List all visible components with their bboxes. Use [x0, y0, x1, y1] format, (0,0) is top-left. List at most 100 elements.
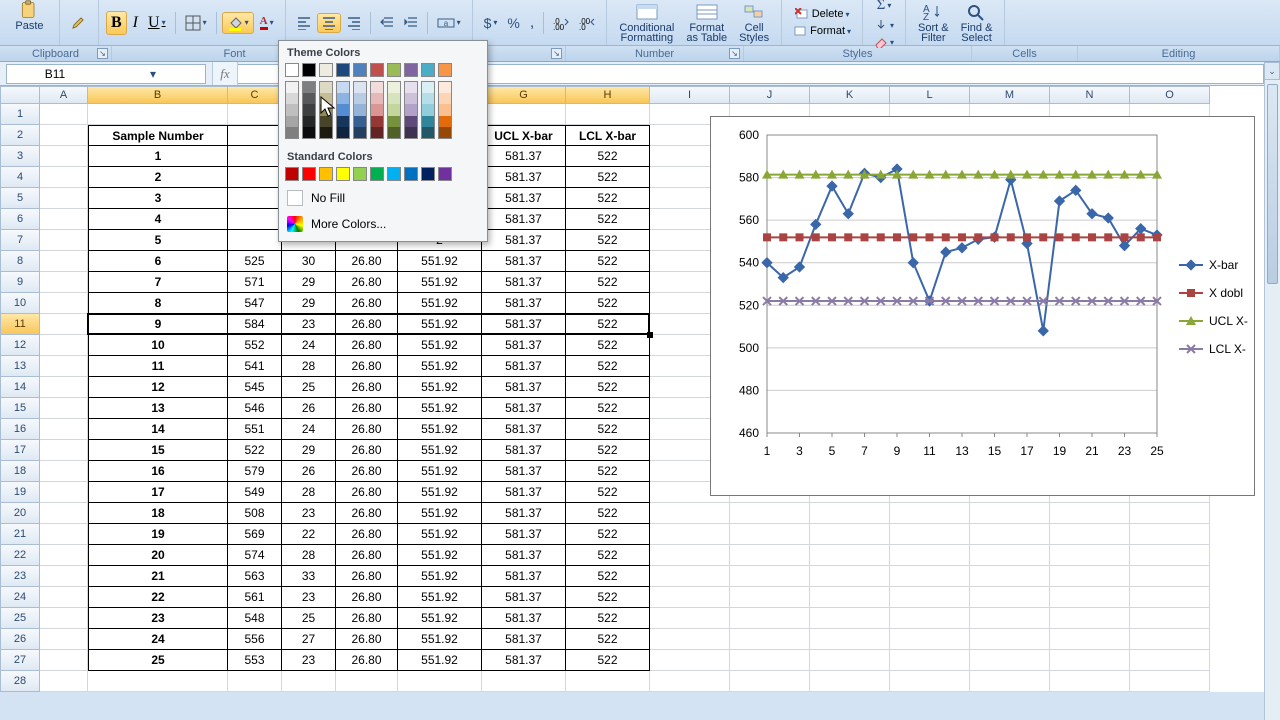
comma-button[interactable]: ,: [526, 12, 538, 34]
cell[interactable]: [40, 335, 88, 356]
cell[interactable]: 551.92: [398, 419, 482, 440]
color-swatch[interactable]: [438, 81, 452, 93]
color-swatch[interactable]: [421, 167, 435, 181]
cell[interactable]: [890, 629, 970, 650]
cell[interactable]: [970, 650, 1050, 671]
color-swatch[interactable]: [404, 116, 418, 128]
cell[interactable]: 28: [282, 482, 336, 503]
cell[interactable]: [40, 482, 88, 503]
autosum-button[interactable]: Σ▾: [873, 0, 896, 16]
cell[interactable]: 522: [566, 629, 650, 650]
cell[interactable]: 522: [566, 461, 650, 482]
color-swatch[interactable]: [421, 63, 435, 77]
row-header[interactable]: 11: [0, 314, 40, 335]
cell[interactable]: [40, 524, 88, 545]
cell[interactable]: [88, 104, 228, 125]
cell[interactable]: 12: [88, 377, 228, 398]
row-header[interactable]: 10: [0, 293, 40, 314]
color-swatch[interactable]: [285, 81, 299, 93]
color-swatch[interactable]: [438, 116, 452, 128]
color-swatch[interactable]: [370, 104, 384, 116]
row-header[interactable]: 20: [0, 503, 40, 524]
fill-handle[interactable]: [647, 332, 653, 338]
row-header[interactable]: 16: [0, 419, 40, 440]
cell[interactable]: 581.37: [482, 461, 566, 482]
cell[interactable]: [1130, 629, 1210, 650]
color-swatch[interactable]: [336, 81, 350, 93]
color-swatch[interactable]: [353, 63, 367, 77]
cell[interactable]: 522: [228, 440, 282, 461]
cell[interactable]: 26.80: [336, 566, 398, 587]
cell[interactable]: [810, 608, 890, 629]
cell[interactable]: [1130, 503, 1210, 524]
conditional-formatting-button[interactable]: ConditionalFormatting: [613, 2, 680, 44]
color-swatch[interactable]: [404, 81, 418, 93]
cell[interactable]: 574: [228, 545, 282, 566]
cell[interactable]: 522: [566, 230, 650, 251]
color-swatch[interactable]: [370, 81, 384, 93]
dialog-launcher-icon[interactable]: ↘: [97, 48, 108, 59]
cell[interactable]: 21: [88, 566, 228, 587]
cell[interactable]: 548: [228, 608, 282, 629]
cell[interactable]: 571: [228, 272, 282, 293]
cell[interactable]: 26.80: [336, 335, 398, 356]
column-header-O[interactable]: O: [1130, 86, 1210, 104]
cell[interactable]: 551.92: [398, 335, 482, 356]
cell[interactable]: 551.92: [398, 293, 482, 314]
delete-button[interactable]: Delete▾: [791, 6, 854, 22]
cell[interactable]: [1050, 545, 1130, 566]
cell[interactable]: [1050, 629, 1130, 650]
cell[interactable]: [970, 503, 1050, 524]
color-swatch[interactable]: [370, 127, 384, 139]
color-swatch[interactable]: [319, 104, 333, 116]
cell[interactable]: 29: [282, 440, 336, 461]
cell[interactable]: 581.37: [482, 251, 566, 272]
row-header[interactable]: 18: [0, 461, 40, 482]
cell[interactable]: 581.37: [482, 167, 566, 188]
cell[interactable]: 26.80: [336, 461, 398, 482]
cell[interactable]: 26.80: [336, 608, 398, 629]
color-swatch[interactable]: [285, 127, 299, 139]
row-header[interactable]: 8: [0, 251, 40, 272]
cell[interactable]: 4: [88, 209, 228, 230]
color-swatch[interactable]: [353, 127, 367, 139]
cell[interactable]: 522: [566, 545, 650, 566]
cell[interactable]: 522: [566, 251, 650, 272]
cell[interactable]: 581.37: [482, 398, 566, 419]
cell[interactable]: LCL X-bar: [566, 125, 650, 146]
color-swatch[interactable]: [319, 167, 333, 181]
row-header[interactable]: 25: [0, 608, 40, 629]
cell[interactable]: 26.80: [336, 293, 398, 314]
cell[interactable]: 26.80: [336, 272, 398, 293]
color-swatch[interactable]: [404, 93, 418, 105]
cell[interactable]: 522: [566, 566, 650, 587]
cell[interactable]: 522: [566, 419, 650, 440]
row-header[interactable]: 23: [0, 566, 40, 587]
cell[interactable]: 551.92: [398, 650, 482, 671]
cell[interactable]: [566, 671, 650, 692]
underline-button[interactable]: U▾: [144, 12, 170, 34]
cell[interactable]: [40, 230, 88, 251]
cell[interactable]: 522: [566, 440, 650, 461]
color-swatch[interactable]: [438, 127, 452, 139]
cell[interactable]: 522: [566, 314, 650, 335]
paste-button[interactable]: Paste: [9, 0, 49, 32]
cell[interactable]: 522: [566, 272, 650, 293]
cell[interactable]: 22: [282, 524, 336, 545]
cell[interactable]: 551.92: [398, 251, 482, 272]
cell[interactable]: [810, 587, 890, 608]
expand-formula-bar-button[interactable]: ⌄: [1264, 62, 1280, 80]
cell[interactable]: 581.37: [482, 524, 566, 545]
cell[interactable]: 7: [88, 272, 228, 293]
color-swatch[interactable]: [285, 104, 299, 116]
column-header-K[interactable]: K: [810, 86, 890, 104]
cell[interactable]: 13: [88, 398, 228, 419]
align-center-button[interactable]: [317, 13, 341, 33]
cell[interactable]: 24: [282, 419, 336, 440]
cell[interactable]: 26.80: [336, 440, 398, 461]
cell[interactable]: 29: [282, 272, 336, 293]
name-box[interactable]: B11▾: [6, 64, 206, 84]
color-swatch[interactable]: [285, 167, 299, 181]
currency-button[interactable]: $▾: [480, 13, 502, 33]
cell[interactable]: 23: [282, 314, 336, 335]
